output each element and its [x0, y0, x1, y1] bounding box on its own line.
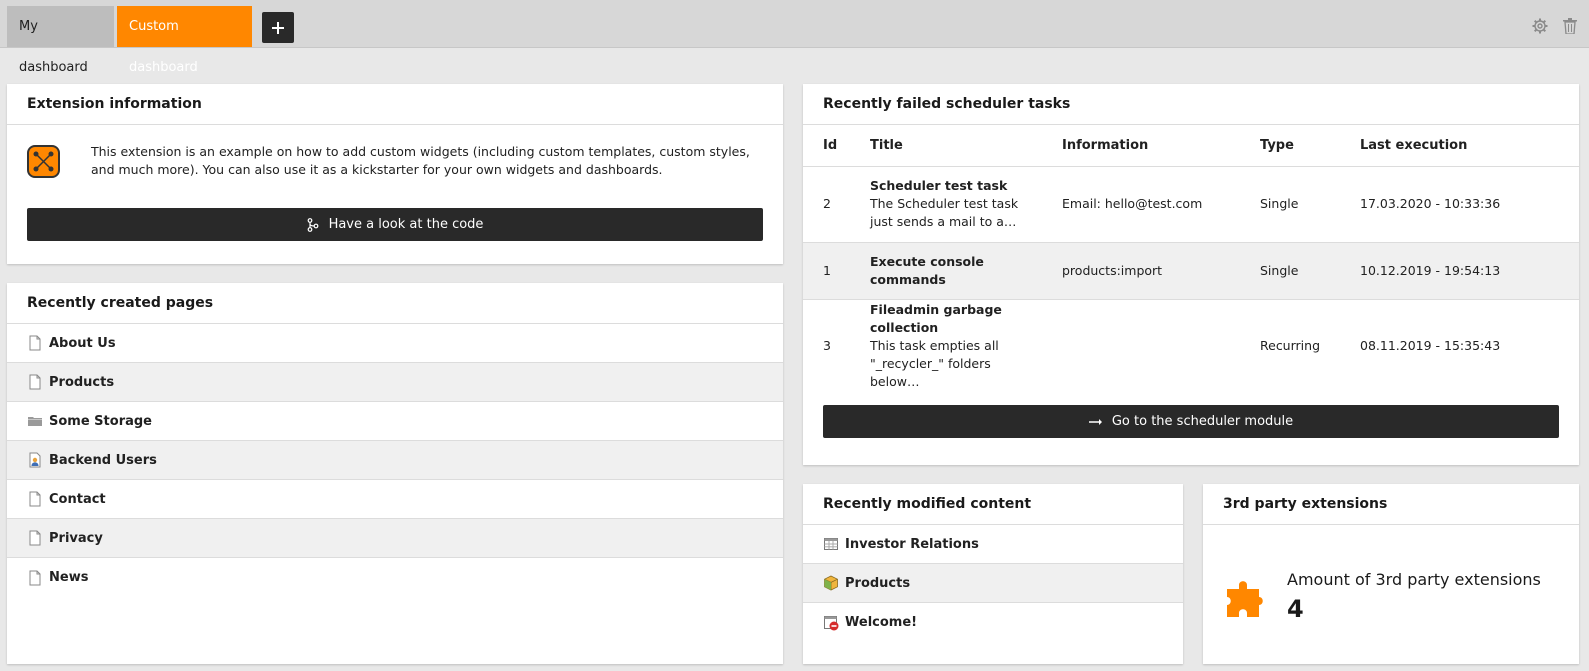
extension-description: This extension is an example on how to a…	[91, 144, 750, 177]
scheduler-table: Id Title Information Type Last execution…	[803, 125, 1579, 393]
page-icon	[29, 530, 41, 546]
table-row: 3 Fileadmin garbage collection This task…	[803, 299, 1579, 393]
list-item[interactable]: Some Storage	[7, 402, 783, 441]
task-type: Single	[1240, 166, 1340, 243]
box-content-icon	[824, 575, 838, 591]
task-information: products:import	[1042, 242, 1240, 300]
recent-pages-widget: Recently created pages About Us Products…	[7, 283, 783, 664]
widget-title: Extension information	[7, 84, 783, 125]
failed-scheduler-tasks-widget: Recently failed scheduler tasks Id Title…	[803, 84, 1579, 465]
page-icon	[29, 374, 41, 390]
page-label: News	[49, 570, 89, 585]
page-label: Products	[49, 374, 115, 390]
folder-icon	[28, 417, 42, 426]
view-code-label: Have a look at the code	[328, 217, 484, 232]
list-item[interactable]: Backend Users	[7, 441, 783, 480]
page-label: Contact	[49, 491, 106, 507]
extensions-count-value: 4	[1287, 595, 1304, 623]
column-header-title: Title	[850, 125, 1042, 167]
table-content-icon	[824, 538, 838, 550]
list-item[interactable]: Contact	[7, 480, 783, 519]
list-item[interactable]: News	[7, 558, 783, 597]
page-label: Some Storage	[49, 413, 152, 429]
plus-icon	[272, 21, 284, 34]
task-information	[1042, 299, 1240, 393]
task-type: Recurring	[1260, 338, 1320, 354]
extension-logo-icon	[27, 145, 60, 178]
page-icon	[29, 491, 41, 507]
content-label: Products	[845, 575, 911, 591]
widget-title: Recently failed scheduler tasks	[803, 84, 1579, 125]
hidden-content-icon	[824, 615, 839, 630]
widget-title: 3rd party extensions	[1203, 484, 1579, 525]
go-to-scheduler-label: Go to the scheduler module	[1111, 414, 1294, 429]
view-code-button[interactable]: Have a look at the code	[27, 208, 763, 241]
column-header-id: Id	[803, 125, 850, 167]
list-item[interactable]: About Us	[7, 324, 783, 363]
task-last-execution: 08.11.2019 - 15:35:43	[1360, 338, 1501, 354]
arrow-right-icon	[1088, 418, 1102, 425]
task-description: The Scheduler test task just sends a mai…	[870, 196, 1019, 229]
settings-button[interactable]	[1532, 18, 1548, 34]
tab-my-dashboard[interactable]: My dashboard	[7, 6, 114, 75]
list-item[interactable]: Products	[7, 363, 783, 402]
task-description: This task empties all "_recycler_" folde…	[870, 338, 999, 390]
page-icon	[29, 570, 41, 585]
extensions-count-label: Amount of 3rd party extensions	[1287, 570, 1541, 589]
list-item[interactable]: Privacy	[7, 519, 783, 558]
task-id: 1	[803, 242, 850, 300]
column-header-type: Type	[1240, 125, 1340, 167]
third-party-extensions-widget: 3rd party extensions Amount of 3rd party…	[1203, 484, 1579, 664]
task-title: Execute console commands	[870, 253, 984, 287]
extension-info-widget: Extension information This extension is …	[7, 84, 783, 264]
task-type: Single	[1240, 242, 1340, 300]
column-header-information: Information	[1042, 125, 1240, 167]
trash-icon	[1563, 18, 1577, 35]
task-last-execution: 17.03.2020 - 10:33:36	[1340, 166, 1579, 243]
content-label: Investor Relations	[845, 536, 979, 552]
task-last-execution: 10.12.2019 - 19:54:13	[1340, 242, 1579, 300]
page-icon	[29, 335, 41, 351]
column-header-last-execution: Last execution	[1340, 125, 1579, 167]
table-row: 2 Scheduler test task The Scheduler test…	[803, 166, 1579, 243]
task-information: Email: hello@test.com	[1042, 166, 1240, 243]
task-title-cell: Fileadmin garbage collection This task e…	[850, 299, 1042, 393]
git-branch-icon	[307, 217, 318, 232]
list-item[interactable]: Products	[803, 564, 1183, 603]
dashboard-tab-bar: My dashboard Custom dashboard	[0, 0, 1589, 75]
tab-custom-dashboard[interactable]: Custom dashboard	[117, 6, 252, 75]
users-page-icon	[29, 452, 41, 468]
page-label: Backend Users	[49, 452, 157, 468]
recent-content-widget: Recently modified content Investor Relat…	[803, 484, 1183, 664]
add-dashboard-button[interactable]	[262, 12, 294, 43]
widget-title: Recently modified content	[803, 484, 1183, 525]
page-label: Privacy	[49, 530, 103, 546]
task-id: 2	[803, 166, 850, 243]
task-title-cell: Scheduler test task The Scheduler test t…	[850, 166, 1042, 243]
task-title: Scheduler test task	[870, 178, 1008, 193]
list-item[interactable]: Investor Relations	[803, 525, 1183, 564]
task-title-cell: Execute console commands	[850, 242, 1042, 300]
task-id: 3	[823, 338, 831, 354]
delete-dashboard-button[interactable]	[1563, 18, 1579, 35]
puzzle-icon	[1227, 581, 1263, 617]
table-header-row: Id Title Information Type Last execution	[803, 125, 1579, 167]
content-label: Welcome!	[845, 615, 918, 630]
go-to-scheduler-button[interactable]: Go to the scheduler module	[823, 405, 1559, 438]
page-label: About Us	[49, 335, 116, 351]
widget-title: Recently created pages	[7, 283, 783, 324]
list-item[interactable]: Welcome!	[803, 603, 1183, 642]
table-row: 1 Execute console commands products:impo…	[803, 242, 1579, 300]
task-title: Fileadmin garbage collection	[870, 302, 1002, 336]
gear-icon	[1532, 18, 1548, 34]
